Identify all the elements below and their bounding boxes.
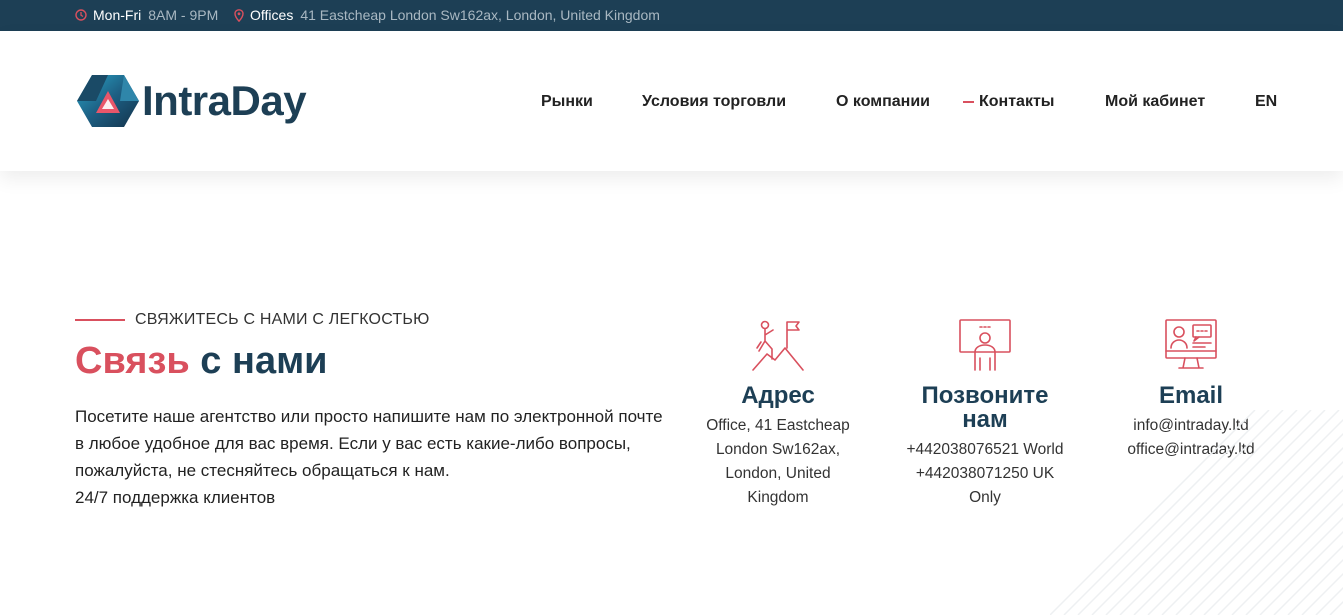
page-title: Связь с нами bbox=[75, 340, 328, 382]
active-indicator bbox=[963, 101, 974, 103]
map-pin-icon bbox=[234, 8, 244, 22]
address-line: Office, 41 Eastcheap bbox=[706, 417, 850, 434]
nav-markets[interactable]: Рынки bbox=[541, 93, 593, 111]
title-rest: с нами bbox=[200, 340, 328, 382]
intro-paragraph: Посетите наше агентство или просто напиш… bbox=[75, 407, 663, 480]
nav-contacts-label: Контакты bbox=[979, 93, 1055, 110]
address-text: Office, 41 Eastcheap London Sw162ax, Lon… bbox=[678, 414, 878, 510]
clock-icon bbox=[75, 9, 87, 21]
nav-contacts[interactable]: Контакты bbox=[963, 93, 1054, 111]
nav-my-account[interactable]: Мой кабинет bbox=[1105, 93, 1205, 111]
phone-link-world[interactable]: +442038076521 World bbox=[907, 441, 1064, 458]
site-header: IntraDay Рынки Условия торговли О компан… bbox=[0, 31, 1343, 171]
hours-info: Mon-Fri 8AM - 9PM bbox=[75, 7, 218, 23]
phone-link-uk[interactable]: +442038071250 UK bbox=[916, 465, 1054, 482]
hours-value: 8AM - 9PM bbox=[148, 7, 219, 23]
hours-label: Mon-Fri bbox=[93, 7, 142, 23]
eyebrow-text: СВЯЖИТЕСЬ С НАМИ С ЛЕГКОСТЬЮ bbox=[135, 311, 430, 328]
nav-language[interactable]: EN bbox=[1255, 93, 1277, 111]
logo-text: IntraDay bbox=[142, 77, 307, 124]
office-label: Offices bbox=[250, 7, 294, 23]
support-line: 24/7 поддержка клиентов bbox=[75, 488, 276, 507]
office-info: Offices 41 Eastcheap London Sw162ax, Lon… bbox=[234, 7, 660, 23]
nav-trading-conditions[interactable]: Условия торговли bbox=[642, 93, 786, 111]
decorative-stripes bbox=[1050, 410, 1343, 615]
address-title: Адрес bbox=[741, 382, 815, 409]
eyebrow-line bbox=[75, 319, 125, 321]
section-eyebrow: СВЯЖИТЕСЬ С НАМИ С ЛЕГКОСТЬЮ bbox=[75, 311, 429, 329]
address-card: Адрес Office, 41 Eastcheap London Sw162a… bbox=[678, 318, 878, 510]
title-accent: Связь bbox=[75, 340, 190, 382]
monitor-chat-icon bbox=[1165, 319, 1217, 369]
address-line: London, United bbox=[725, 465, 831, 482]
address-line: London Sw162ax, bbox=[715, 441, 841, 458]
nav-about[interactable]: О компании bbox=[836, 93, 930, 111]
address-line: Kingdom bbox=[747, 489, 809, 506]
presentation-person-icon bbox=[959, 319, 1011, 371]
site-logo[interactable]: IntraDay bbox=[76, 73, 307, 129]
phone-title-line: Позвоните bbox=[921, 382, 1049, 409]
phone-title-line: нам bbox=[962, 406, 1008, 433]
office-value: 41 Eastcheap London Sw162ax, London, Uni… bbox=[300, 7, 660, 23]
logo-hexagon-icon bbox=[77, 75, 139, 127]
phone-note: Only bbox=[969, 489, 1001, 506]
intro-text: Посетите наше агентство или просто напиш… bbox=[75, 403, 675, 511]
email-title: Email bbox=[1158, 382, 1224, 409]
top-info-bar: Mon-Fri 8AM - 9PM Offices 41 Eastcheap L… bbox=[0, 0, 1343, 31]
climber-flag-icon bbox=[752, 320, 804, 371]
